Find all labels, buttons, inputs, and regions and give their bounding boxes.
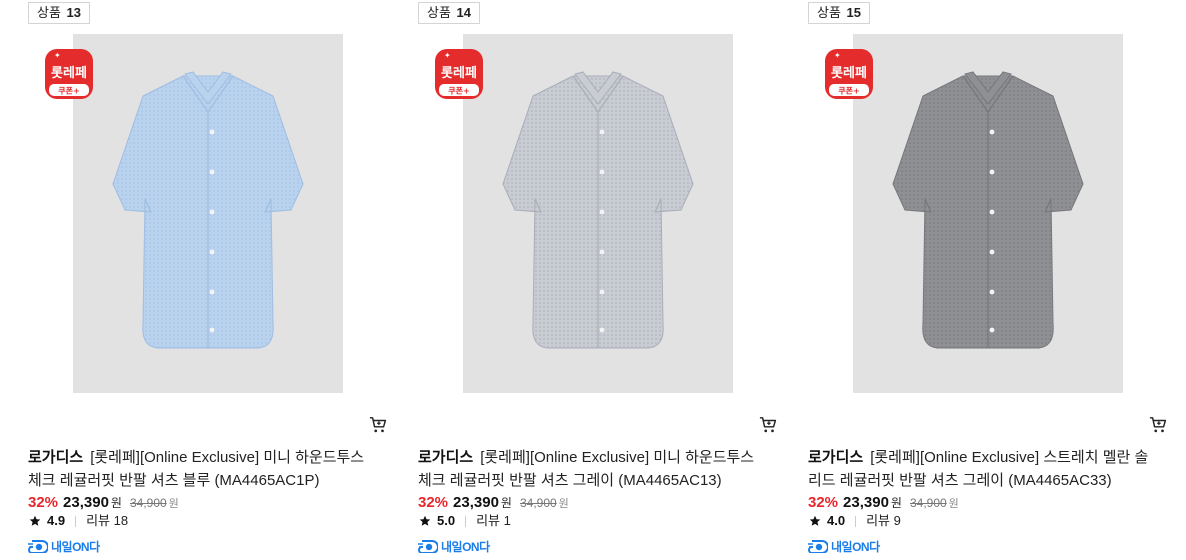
discount-rate: 32% — [808, 494, 839, 511]
rank-tag: 상품 15 — [808, 2, 871, 24]
rank-label: 상품 — [37, 5, 61, 20]
divider — [75, 515, 77, 527]
sale-price: 23,390 — [843, 494, 889, 511]
review-label: 리뷰 — [86, 513, 110, 528]
star-icon — [809, 515, 821, 526]
rank-number: 14 — [456, 5, 472, 20]
original-price-unit: 원 — [168, 498, 179, 510]
rating-row: 4.9 리뷰 18 — [29, 512, 128, 530]
svg-text:롯레페: 롯레페 — [441, 66, 477, 81]
sale-price: 23,390 — [63, 494, 109, 511]
product-image[interactable] — [463, 34, 733, 393]
original-price: 34,900 — [129, 496, 167, 510]
delivery-label: 내일ON다 — [441, 539, 490, 554]
delivery-icon — [418, 540, 438, 553]
delivery-icon — [28, 540, 48, 553]
delivery-badge: 내일ON다 — [418, 537, 490, 555]
delivery-label: 내일ON다 — [51, 539, 100, 554]
sale-price: 23,390 — [453, 494, 499, 511]
shirt-illustration — [112, 71, 304, 349]
rank-label: 상품 — [427, 5, 451, 20]
product-image[interactable] — [73, 34, 343, 393]
coupon-badge-icon: ✦ 롯레페쿠폰+ — [825, 49, 873, 99]
review-label: 리뷰 — [866, 513, 890, 528]
rank-label: 상품 — [817, 5, 841, 20]
review-count: 1 — [503, 513, 511, 528]
product-title[interactable]: 로가디스 [롯레페][Online Exclusive] 스트레치 멜란 솔리드 … — [808, 446, 1158, 492]
review-count: 18 — [113, 513, 129, 528]
svg-text:✦: ✦ — [444, 51, 451, 60]
discount-rate: 32% — [418, 494, 449, 511]
svg-text:롯레페: 롯레페 — [51, 66, 87, 81]
cart-icon[interactable] — [1149, 416, 1167, 434]
price-row: 32% 23,390 원 34,900 원 — [808, 493, 959, 513]
original-price-unit: 원 — [558, 498, 569, 510]
coupon-badge-icon: ✦ 롯레페쿠폰+ — [45, 49, 93, 99]
discount-rate: 32% — [28, 494, 59, 511]
product-card[interactable]: 상품 15 ✦ 롯레페쿠폰+ 로가디스 [롯레페][Online Exclusive… — [808, 0, 1168, 560]
star-icon — [419, 515, 431, 526]
product-card[interactable]: 상품 14 ✦ 롯레페쿠폰+ 로가디스 [롯레페][Online Exclusive… — [418, 0, 778, 560]
delivery-badge: 내일ON다 — [28, 537, 100, 555]
svg-text:롯레페: 롯레페 — [831, 66, 867, 81]
rating-row: 5.0 리뷰 1 — [419, 512, 511, 530]
svg-text:쿠폰+: 쿠폰+ — [838, 87, 859, 96]
review-label: 리뷰 — [476, 513, 500, 528]
svg-text:쿠폰+: 쿠폰+ — [448, 87, 469, 96]
rating-score: 4.9 — [47, 513, 66, 528]
coupon-badge: ✦ 롯레페쿠폰+ — [824, 48, 874, 100]
star-icon — [29, 515, 41, 526]
shirt-illustration — [502, 71, 694, 349]
delivery-badge: 내일ON다 — [808, 537, 880, 555]
cart-icon[interactable] — [369, 416, 387, 434]
shirt-illustration — [892, 71, 1084, 349]
original-price: 34,900 — [519, 496, 557, 510]
svg-text:✦: ✦ — [834, 51, 841, 60]
svg-text:쿠폰+: 쿠폰+ — [58, 87, 79, 96]
divider — [855, 515, 857, 527]
price-row: 32% 23,390 원 34,900 원 — [28, 493, 179, 513]
product-card[interactable]: 상품 13 ✦ 롯레페쿠폰+ 로가디스 [롯레페][Online Exclusive… — [28, 0, 388, 560]
rating-score: 5.0 — [437, 513, 456, 528]
delivery-label: 내일ON다 — [831, 539, 880, 554]
brand-name[interactable]: 로가디스 — [418, 449, 473, 466]
original-price: 34,900 — [909, 496, 947, 510]
rank-tag: 상품 13 — [28, 2, 91, 24]
rating-row: 4.0 리뷰 9 — [809, 512, 901, 530]
rating-score: 4.0 — [827, 513, 846, 528]
rank-number: 15 — [846, 5, 862, 20]
coupon-badge: ✦ 롯레페쿠폰+ — [434, 48, 484, 100]
brand-name[interactable]: 로가디스 — [28, 449, 83, 466]
review-count: 9 — [893, 513, 901, 528]
svg-text:✦: ✦ — [54, 51, 61, 60]
original-price-unit: 원 — [948, 498, 959, 510]
coupon-badge: ✦ 롯레페쿠폰+ — [44, 48, 94, 100]
divider — [465, 515, 467, 527]
delivery-icon — [808, 540, 828, 553]
cart-icon[interactable] — [759, 416, 777, 434]
brand-name[interactable]: 로가디스 — [808, 449, 863, 466]
price-unit: 원 — [500, 496, 512, 510]
rank-number: 13 — [66, 5, 82, 20]
price-unit: 원 — [890, 496, 902, 510]
product-image[interactable] — [853, 34, 1123, 393]
price-row: 32% 23,390 원 34,900 원 — [418, 493, 569, 513]
product-title[interactable]: 로가디스 [롯레페][Online Exclusive] 미니 하운드투스 체크 … — [28, 446, 378, 492]
product-title[interactable]: 로가디스 [롯레페][Online Exclusive] 미니 하운드투스 체크 … — [418, 446, 768, 492]
price-unit: 원 — [110, 496, 122, 510]
coupon-badge-icon: ✦ 롯레페쿠폰+ — [435, 49, 483, 99]
rank-tag: 상품 14 — [418, 2, 481, 24]
